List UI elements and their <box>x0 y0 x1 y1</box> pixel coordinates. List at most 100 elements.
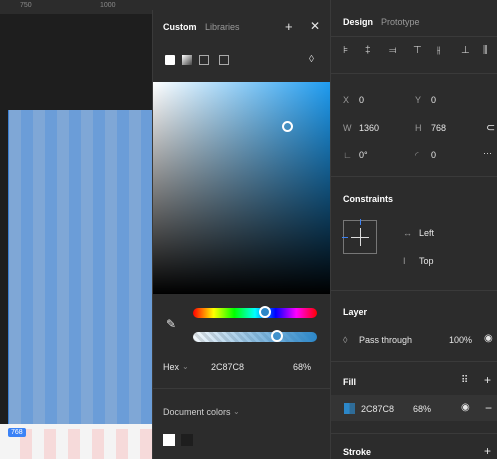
saturation-value-area[interactable] <box>153 82 331 294</box>
document-color-swatch[interactable] <box>181 434 193 446</box>
fill-opacity-input[interactable]: 68% <box>413 404 431 414</box>
align-bottom-icon[interactable]: ⊥ <box>461 45 470 56</box>
layout-grid-column <box>141 110 152 425</box>
selected-frame[interactable] <box>8 110 152 425</box>
rotation-input[interactable]: 0° <box>359 150 368 160</box>
divider <box>153 388 331 389</box>
x-label: X <box>343 95 350 105</box>
constrain-proportions-icon[interactable]: ⊂ <box>486 121 495 134</box>
h-label: H <box>415 123 422 133</box>
constraint-center-v <box>360 228 361 246</box>
divider <box>331 176 497 177</box>
design-panel: Design Prototype ⊧ ‡ ⫤ ⊤ ⫲ ⊥ ⫼ X 0 Y 0 W… <box>330 0 497 459</box>
width-input[interactable]: 1360 <box>359 123 379 133</box>
opacity-input[interactable]: 68% <box>293 362 311 372</box>
color-picker-popup: Custom Libraries + ✕ ◊ ✎ Hex ⌄ 2C87C8 68… <box>152 10 331 459</box>
divider <box>331 73 497 74</box>
eye-icon[interactable]: ◉ <box>461 402 470 413</box>
top-ruler: 750 1000 <box>0 0 152 14</box>
rotation-icon: ∟ <box>343 150 352 160</box>
chevron-down-icon[interactable]: ⌄ <box>182 362 189 371</box>
gradient-paint-icon[interactable] <box>182 55 192 65</box>
paint-type-row: ◊ <box>153 50 331 72</box>
divider <box>331 433 497 434</box>
layout-grid-column <box>117 110 129 425</box>
x-input[interactable]: 0 <box>359 95 364 105</box>
divider <box>331 36 497 37</box>
ruler-tick: 1000 <box>100 2 116 9</box>
hue-slider[interactable] <box>193 306 317 318</box>
solid-paint-icon[interactable] <box>165 55 175 65</box>
layer-opacity-input[interactable]: 100% <box>449 335 472 345</box>
document-color-swatch[interactable] <box>163 434 175 446</box>
tab-custom[interactable]: Custom <box>163 22 197 32</box>
color-format-select[interactable]: Hex <box>163 362 179 372</box>
eye-icon[interactable]: ◉ <box>484 333 493 344</box>
layout-grid-column <box>92 429 104 459</box>
stroke-title: Stroke <box>343 447 372 457</box>
constraint-left[interactable] <box>342 237 348 238</box>
fill-hex-input[interactable]: 2C87C8 <box>361 404 394 414</box>
opacity-slider-thumb[interactable] <box>271 330 284 342</box>
color-value-row: Hex ⌄ 2C87C8 68% <box>153 360 331 376</box>
hex-input[interactable]: 2C87C8 <box>211 362 244 372</box>
color-cursor[interactable] <box>282 121 293 132</box>
more-options-icon[interactable]: ··· <box>483 148 492 158</box>
horizontal-constraint-icon: ↔ <box>403 228 412 238</box>
align-left-icon[interactable]: ⊧ <box>343 45 348 56</box>
vertical-constraint-icon: I <box>403 256 406 266</box>
tab-design[interactable]: Design <box>343 17 373 27</box>
divider <box>331 290 497 291</box>
vertical-constraint-select[interactable]: Top <box>419 256 434 266</box>
tab-prototype[interactable]: Prototype <box>381 17 420 27</box>
layout-grid-column <box>44 429 56 459</box>
add-fill-icon[interactable]: + <box>484 373 491 387</box>
layout-grid-column <box>69 110 81 425</box>
blend-mode-icon: ◊ <box>343 335 348 345</box>
opacity-slider[interactable] <box>193 330 317 342</box>
layout-grid-column <box>93 110 105 425</box>
corner-radius-input[interactable]: 0 <box>431 150 436 160</box>
w-label: W <box>343 123 352 133</box>
align-right-icon[interactable]: ⫤ <box>389 45 397 56</box>
align-horizontal-center-icon[interactable]: ‡ <box>365 45 371 56</box>
distribute-icon[interactable]: ⫼ <box>483 45 488 56</box>
video-paint-icon[interactable] <box>219 55 229 65</box>
design-canvas[interactable]: 750 1000 768 <box>0 0 152 459</box>
hue-slider-thumb[interactable] <box>258 306 271 318</box>
layer-blend-select[interactable]: Pass through <box>359 335 412 345</box>
align-vertical-center-icon[interactable]: ⫲ <box>437 45 440 56</box>
y-input[interactable]: 0 <box>431 95 436 105</box>
add-icon[interactable]: + <box>285 19 293 34</box>
divider <box>331 361 497 362</box>
y-label: Y <box>415 95 422 105</box>
layout-grid-column <box>116 429 128 459</box>
grid-styles-icon[interactable]: ⠿ <box>461 375 468 386</box>
picker-tabs: Custom Libraries + ✕ <box>153 10 331 46</box>
chevron-down-icon[interactable]: ⌄ <box>233 407 240 416</box>
image-paint-icon[interactable] <box>199 55 209 65</box>
remove-fill-icon[interactable]: − <box>485 401 492 415</box>
height-input[interactable]: 768 <box>431 123 446 133</box>
corner-radius-icon: ◜ <box>415 150 419 160</box>
constraints-widget[interactable] <box>342 219 377 254</box>
constraint-top[interactable] <box>360 219 361 225</box>
eyedropper-icon[interactable]: ✎ <box>166 317 176 331</box>
ruler-tick: 750 <box>20 2 32 9</box>
fill-color-swatch[interactable] <box>344 403 355 414</box>
blend-mode-icon[interactable]: ◊ <box>309 54 314 65</box>
tab-libraries[interactable]: Libraries <box>205 22 240 32</box>
align-top-icon[interactable]: ⊤ <box>413 45 422 56</box>
layer-title: Layer <box>343 307 368 317</box>
fill-title: Fill <box>343 377 356 387</box>
layout-grid-column <box>45 110 57 425</box>
add-stroke-icon[interactable]: + <box>484 444 491 458</box>
layout-grid-column <box>140 429 152 459</box>
close-icon[interactable]: ✕ <box>310 19 320 33</box>
document-colors-label[interactable]: Document colors <box>163 407 231 417</box>
layout-grid-column <box>68 429 80 459</box>
layout-grid-column <box>21 110 33 425</box>
constraints-title: Constraints <box>343 194 394 204</box>
horizontal-constraint-select[interactable]: Left <box>419 228 434 238</box>
frame-size-badge: 768 <box>8 428 26 437</box>
